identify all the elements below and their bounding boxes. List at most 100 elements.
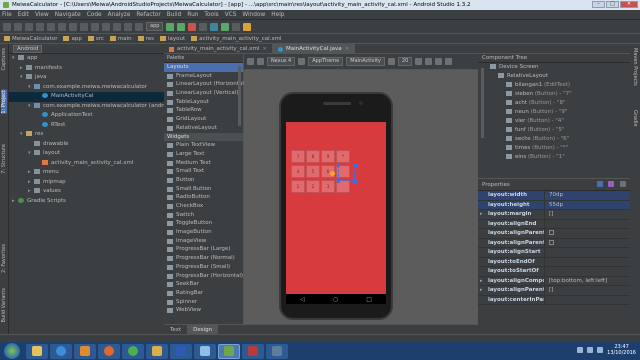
menu-vcs[interactable]: VCS bbox=[225, 12, 237, 18]
tree-item[interactable]: ▾ com.example.meiwa.meiwacalculator (andr… bbox=[9, 102, 185, 112]
property-value[interactable] bbox=[544, 248, 630, 257]
tree-item[interactable]: ▸ menu bbox=[9, 168, 164, 178]
clock[interactable]: 23:47 13/10/2016 bbox=[607, 344, 636, 356]
breadcrumb-item[interactable]: src bbox=[87, 35, 104, 42]
folder-taskbar-icon[interactable] bbox=[146, 343, 168, 359]
tree-item[interactable]: activity_main_activity_cal.xml bbox=[9, 159, 164, 169]
tree-item[interactable]: ▾ app bbox=[9, 54, 164, 64]
breadcrumb-item[interactable]: MeiwaCalculator bbox=[4, 35, 57, 42]
tree-item[interactable]: ▸ Gradle Scripts bbox=[9, 197, 164, 207]
breadcrumb-item[interactable]: main bbox=[109, 35, 132, 42]
maven-projects-tab[interactable]: Maven Projects bbox=[632, 48, 638, 86]
chrome-taskbar-icon[interactable] bbox=[122, 343, 144, 359]
palette-item[interactable]: TableLayout bbox=[164, 98, 243, 107]
breadcrumb-item[interactable]: layout bbox=[160, 35, 185, 42]
device-orientation-icon[interactable] bbox=[298, 58, 306, 65]
calc-button[interactable]: 3 bbox=[321, 180, 335, 193]
component-tree-row[interactable]: vier (Button) - "4" bbox=[478, 117, 630, 126]
palette-item[interactable]: Small Button bbox=[164, 185, 243, 194]
property-row[interactable]: ▸ layout:margin [] bbox=[478, 210, 630, 220]
layout-variants-icon[interactable] bbox=[247, 58, 254, 65]
activity-select[interactable]: MainActivity bbox=[346, 57, 385, 66]
tree-item[interactable]: MainActivityCal bbox=[9, 92, 164, 102]
restore-default-icon[interactable] bbox=[608, 180, 615, 187]
find-icon[interactable] bbox=[91, 22, 99, 31]
design-canvas[interactable]: 7 8 9 * 4 5 6 1 2 3 ◁ ○ □ bbox=[244, 70, 478, 324]
avd-manager-icon[interactable] bbox=[210, 22, 219, 31]
menu-edit[interactable]: Edit bbox=[18, 12, 29, 18]
help-icon[interactable] bbox=[243, 22, 252, 31]
calc-button[interactable]: 7 bbox=[291, 150, 305, 163]
property-row[interactable]: layout:height 55dp bbox=[478, 200, 630, 210]
replace-icon[interactable] bbox=[102, 22, 110, 31]
component-tree-row[interactable]: acht (Button) - "8" bbox=[478, 99, 630, 108]
menu-navigate[interactable]: Navigate bbox=[55, 12, 81, 18]
paint-taskbar-icon[interactable] bbox=[194, 343, 216, 359]
start-button[interactable] bbox=[4, 343, 20, 359]
network-icon[interactable] bbox=[587, 347, 594, 353]
menu-view[interactable]: View bbox=[35, 12, 49, 18]
close-button[interactable]: ✕ bbox=[620, 1, 638, 8]
android-monitor-icon[interactable] bbox=[221, 22, 230, 31]
property-row[interactable]: layout:alignParentStart bbox=[478, 238, 630, 248]
stop-icon[interactable] bbox=[188, 22, 197, 31]
property-value[interactable] bbox=[544, 238, 630, 247]
media-taskbar-icon[interactable] bbox=[74, 343, 96, 359]
device-select[interactable]: Nexus 4 bbox=[267, 57, 296, 66]
breadcrumb-item[interactable]: res bbox=[137, 35, 154, 42]
checkbox[interactable] bbox=[549, 230, 554, 235]
filter-icon[interactable] bbox=[620, 180, 626, 187]
tray-icon[interactable] bbox=[577, 347, 584, 353]
property-row[interactable]: layout:alignEnd bbox=[478, 219, 630, 229]
property-value[interactable] bbox=[544, 267, 630, 276]
expand-arrow-icon[interactable]: ▸ bbox=[480, 277, 483, 287]
property-value[interactable] bbox=[544, 229, 630, 238]
debug-icon[interactable] bbox=[177, 22, 186, 31]
property-row[interactable]: layout:width 70dp bbox=[478, 191, 630, 201]
calc-button[interactable]: * bbox=[336, 150, 350, 163]
zoom-in-icon[interactable] bbox=[415, 58, 423, 65]
sync-icon[interactable] bbox=[25, 22, 33, 31]
menu-tools[interactable]: Tools bbox=[204, 12, 218, 18]
copy-icon[interactable] bbox=[69, 22, 77, 31]
checkbox[interactable] bbox=[549, 239, 554, 245]
palette-scrollbar[interactable] bbox=[238, 66, 241, 126]
breadcrumb-item[interactable]: app bbox=[63, 35, 82, 42]
menu-code[interactable]: Code bbox=[87, 12, 102, 18]
property-value[interactable] bbox=[544, 295, 630, 304]
expert-properties-icon[interactable] bbox=[596, 180, 603, 187]
zoom-fit-icon[interactable] bbox=[435, 58, 443, 65]
palette-item[interactable]: TableRow bbox=[164, 106, 243, 115]
palette-item[interactable]: FrameLayout bbox=[164, 72, 243, 81]
redo-icon[interactable] bbox=[47, 22, 55, 31]
palette-item[interactable]: Small Text bbox=[164, 167, 243, 176]
maximize-button[interactable]: □ bbox=[606, 1, 619, 8]
resize-handle[interactable] bbox=[354, 164, 357, 167]
property-row[interactable]: layout:centerInParent bbox=[478, 295, 630, 305]
palette-item[interactable]: ImageView bbox=[164, 237, 243, 246]
palette-group[interactable]: Layouts bbox=[164, 63, 243, 72]
property-row[interactable]: layout:alignStart bbox=[478, 248, 630, 258]
component-tree-row[interactable]: sechs (Button) - "6" bbox=[478, 135, 630, 144]
theme-select[interactable]: AppTheme bbox=[308, 57, 344, 66]
menu-build[interactable]: Build bbox=[167, 12, 182, 18]
run-config-select[interactable]: app bbox=[146, 22, 164, 31]
editor-tab[interactable]: MainActivityCal.java × bbox=[272, 44, 356, 54]
tree-item[interactable]: ▾ com.example.meiwa.meiwacalculator bbox=[9, 83, 164, 93]
camera-taskbar-icon[interactable] bbox=[266, 343, 288, 359]
property-value[interactable]: 55dp bbox=[544, 200, 630, 209]
menu-window[interactable]: Window bbox=[242, 12, 265, 18]
menu-run[interactable]: Run bbox=[187, 12, 198, 18]
property-value[interactable]: [] bbox=[544, 210, 630, 219]
orientation-icon[interactable] bbox=[257, 58, 264, 65]
component-tree-row[interactable]: eins (Button) - "1" bbox=[478, 153, 630, 162]
palette-item[interactable]: Plain TextView bbox=[164, 141, 243, 150]
palette-item[interactable]: ProgressBar (Large) bbox=[164, 245, 243, 254]
component-tree-row[interactable]: bilangan1 (EditText) bbox=[478, 81, 630, 90]
breadcrumb-item[interactable]: activity_main_activity_cal.xml bbox=[191, 35, 282, 42]
project-structure-icon[interactable] bbox=[232, 22, 241, 31]
property-row[interactable]: ▸ layout:alignComponent[top:bottom, left:… bbox=[478, 276, 630, 287]
tree-item[interactable]: ▸ mipmap bbox=[9, 178, 164, 188]
property-value[interactable] bbox=[544, 219, 630, 228]
build-variants-tab[interactable]: Build Variants bbox=[1, 288, 7, 322]
